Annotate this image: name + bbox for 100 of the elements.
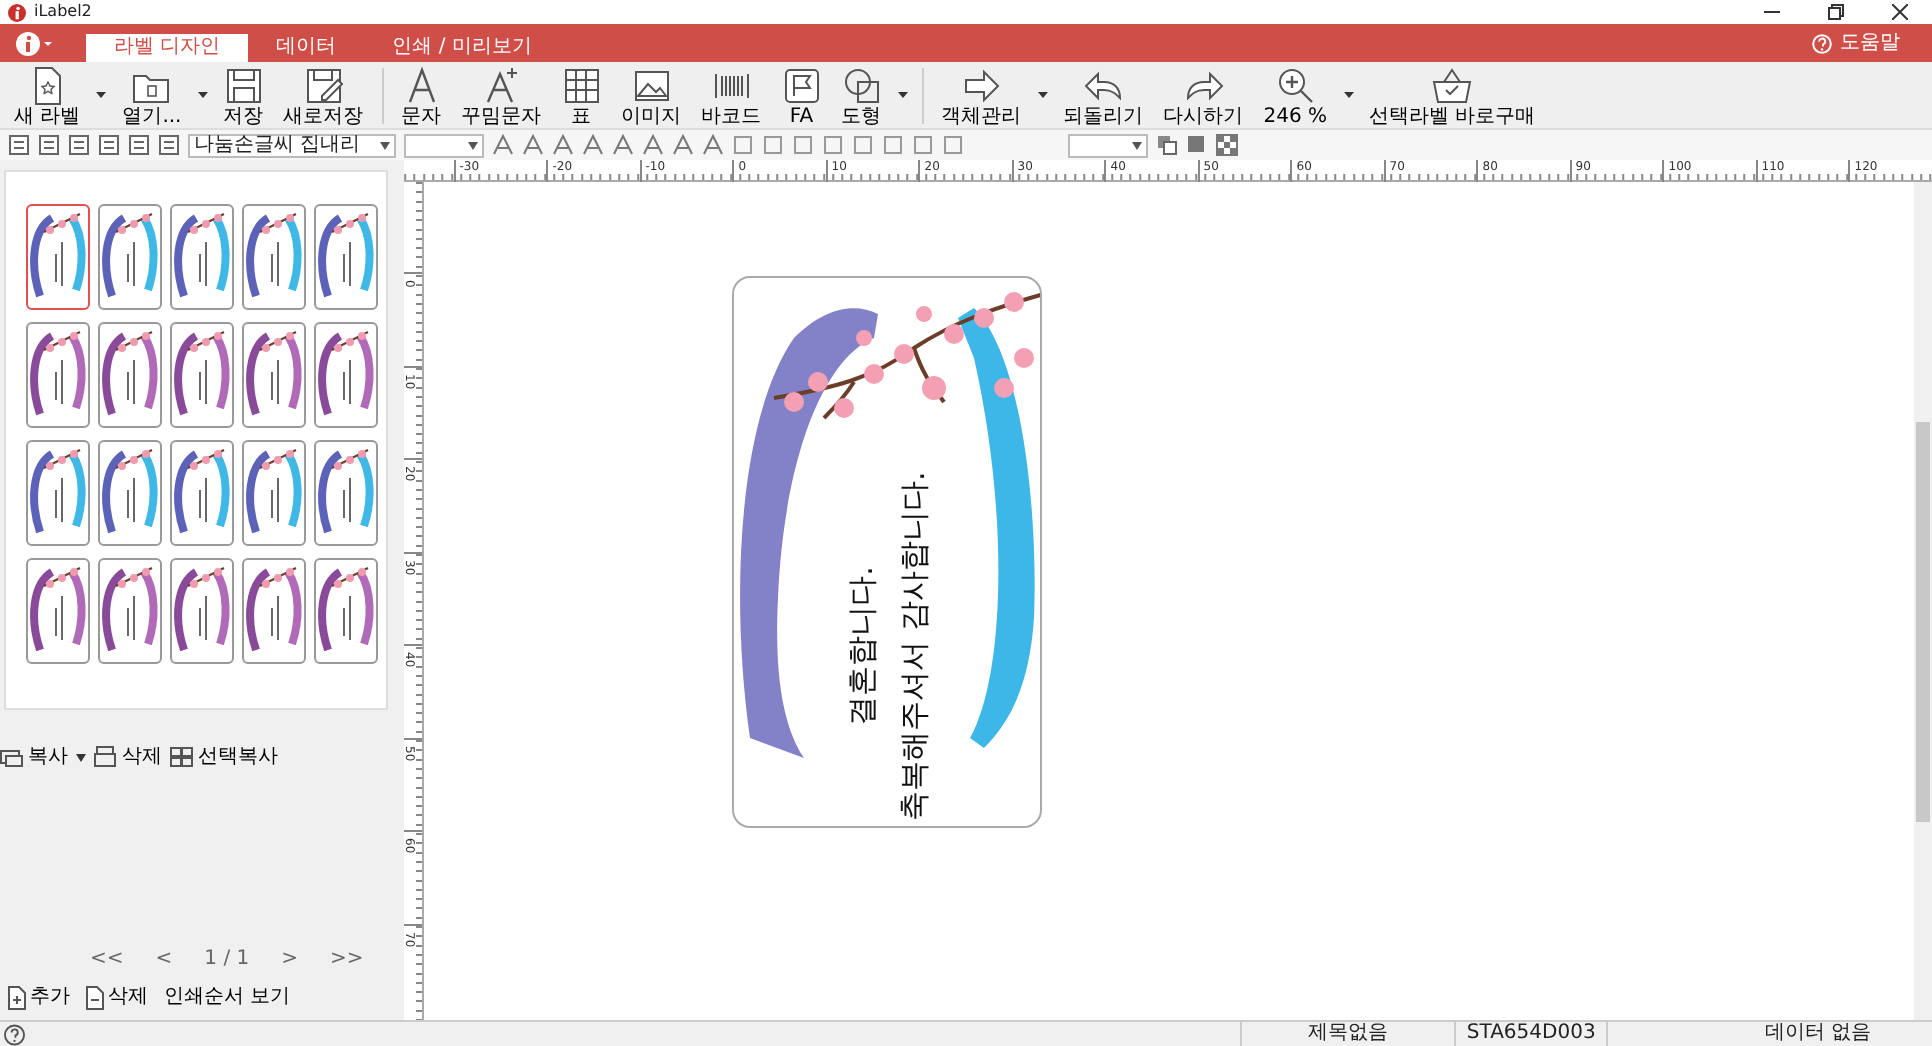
page-action-button[interactable]: 추가 — [8, 982, 70, 1012]
help-icon[interactable] — [1812, 33, 1832, 53]
label-thumbnail[interactable] — [170, 558, 234, 664]
window-title: iLabel2 — [34, 0, 92, 24]
toolbar-button[interactable]: 저장 — [217, 62, 270, 128]
label-text[interactable]: 결혼합니다. — [835, 566, 888, 726]
restore-icon[interactable] — [1828, 4, 1844, 20]
box-tool-icon — [942, 134, 964, 156]
label-thumbnail[interactable] — [170, 322, 234, 428]
label-thumbnail[interactable] — [98, 440, 162, 546]
menu-tab[interactable]: 라벨 디자인 — [86, 34, 249, 62]
label-thumbnail[interactable] — [242, 558, 306, 664]
toolbar-button[interactable]: 꾸밈문자 — [455, 62, 548, 128]
pager-link[interactable]: >> — [330, 944, 364, 974]
toolbar-button[interactable]: 바코드 — [695, 62, 768, 128]
close-icon[interactable] — [1892, 4, 1908, 20]
page-plus-icon — [8, 985, 26, 1009]
text-style-icon — [642, 134, 664, 156]
label-thumbnail[interactable] — [170, 204, 234, 310]
font-select[interactable]: 나눔손글씨 집내리 — [188, 133, 396, 157]
pager-link[interactable]: < — [155, 944, 173, 974]
label-thumbnail[interactable] — [98, 204, 162, 310]
floppy-pen-icon — [303, 66, 344, 106]
toolbar-button[interactable]: 표 — [555, 62, 608, 128]
menu-tab[interactable]: 인쇄 / 미리보기 — [364, 34, 560, 62]
label-thumbnail[interactable] — [242, 440, 306, 546]
label-thumbnail[interactable] — [314, 440, 378, 546]
box-tool-icon — [732, 134, 754, 156]
text-style-icon — [552, 134, 574, 156]
image-icon — [631, 66, 672, 106]
label-thumbnail[interactable] — [98, 558, 162, 664]
text-style-icon — [672, 134, 694, 156]
status-text: 데이터 없음 — [1606, 1022, 1932, 1046]
table-icon — [561, 66, 602, 106]
text-style-icon — [612, 134, 634, 156]
toolbar-button[interactable]: 되돌리기 — [1057, 62, 1150, 128]
pager-link[interactable]: << — [90, 944, 124, 974]
label-thumbnail[interactable] — [26, 558, 90, 664]
basket-icon — [1432, 66, 1473, 106]
text-style-icon — [522, 134, 544, 156]
label-card[interactable]: 결혼합니다. 축복해주셔서 감사합니다. — [731, 276, 1042, 828]
status-text: 제목없음 — [1239, 1022, 1454, 1046]
toolbar-button[interactable]: 이미지 — [615, 62, 688, 128]
text-style-icon — [702, 134, 724, 156]
toolbar-button[interactable]: 246 % — [1257, 62, 1334, 128]
label-thumbnail[interactable] — [314, 558, 378, 664]
help-icon — [4, 1023, 25, 1045]
pager-link[interactable]: > — [281, 944, 298, 974]
help-link[interactable]: 도움말 — [1840, 28, 1900, 58]
caret-icon[interactable] — [76, 753, 86, 761]
page-indicator: 1 / 1 — [204, 946, 250, 974]
label-thumbnail[interactable] — [26, 322, 90, 428]
label-thumbnail[interactable] — [314, 322, 378, 428]
text-style-icon — [492, 134, 514, 156]
sparkle-letter-icon — [481, 66, 522, 106]
zoom-icon — [1275, 66, 1316, 106]
dropdown-field[interactable] — [1068, 133, 1148, 157]
toolbar-button[interactable]: 선택라벨 바로구매 — [1363, 62, 1542, 128]
toolbar-button[interactable]: 새 라벨 — [8, 62, 87, 128]
undo-icon — [1083, 66, 1124, 106]
toolbar-button[interactable]: 다시하기 — [1157, 62, 1250, 128]
flag-icon — [781, 66, 822, 106]
font-size-select[interactable] — [404, 133, 484, 157]
menu-tab[interactable]: 데이터 — [248, 34, 365, 62]
toolbar-button[interactable]: 문자 — [395, 62, 448, 128]
app-menu-icon[interactable] — [16, 31, 54, 55]
shapes-icon — [841, 66, 882, 106]
caret-icon[interactable] — [195, 90, 210, 100]
box-tool-icon — [852, 134, 874, 156]
multi-copy-icon — [170, 746, 194, 768]
label-thumbnail[interactable] — [26, 440, 90, 546]
box-tool-icon — [912, 134, 934, 156]
toolbar-button[interactable]: 도형 — [835, 62, 888, 128]
caret-icon — [468, 141, 478, 149]
action-button[interactable]: 복사 — [0, 742, 68, 772]
label-thumbnail[interactable] — [314, 204, 378, 310]
toolbar-button[interactable]: 객체관리 — [935, 62, 1028, 128]
label-thumbnail[interactable] — [26, 204, 90, 310]
caret-icon — [1132, 141, 1142, 149]
delete-icon — [94, 746, 118, 768]
caret-icon[interactable] — [1341, 90, 1356, 100]
caret-icon[interactable] — [895, 90, 910, 100]
page-action-button[interactable]: 삭제 — [86, 982, 148, 1012]
toolbar-button[interactable]: 열기... — [116, 62, 188, 128]
action-button[interactable]: 삭제 — [94, 742, 162, 772]
label-thumbnail[interactable] — [170, 440, 234, 546]
redo-icon — [1183, 66, 1224, 106]
toolbar-button[interactable]: FA — [775, 62, 828, 128]
caret-icon[interactable] — [1035, 90, 1050, 100]
page-action-button[interactable]: 인쇄순서 보기 — [164, 982, 291, 1012]
label-thumbnail[interactable] — [242, 204, 306, 310]
toolbar-button[interactable]: 새로저장 — [277, 62, 370, 128]
label-text[interactable]: 축복해주셔서 감사합니다. — [887, 471, 940, 821]
box-tool-icon — [762, 134, 784, 156]
label-thumbnail[interactable] — [98, 322, 162, 428]
box-tool-icon — [822, 134, 844, 156]
action-button[interactable]: 선택복사 — [170, 742, 278, 772]
caret-icon[interactable] — [94, 90, 109, 100]
label-thumbnail[interactable] — [242, 322, 306, 428]
caret-icon — [380, 141, 390, 149]
